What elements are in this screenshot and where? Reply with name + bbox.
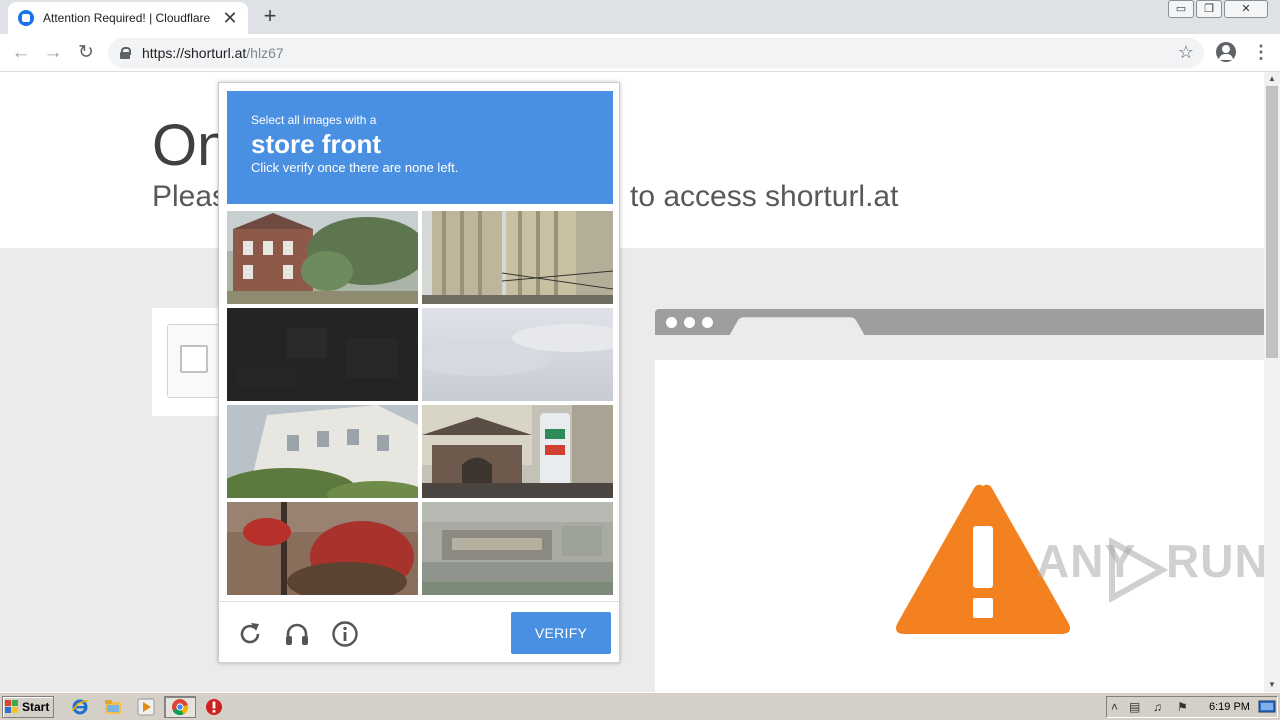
back-arrow-icon[interactable]: ←	[9, 41, 33, 65]
action-center-flag-icon[interactable]: ⚑	[1177, 700, 1188, 714]
tile-highrise-building[interactable]	[422, 211, 613, 304]
tile-dark-scene[interactable]	[227, 308, 418, 401]
captcha-header: Select all images with a store front Cli…	[227, 91, 613, 204]
tray-expand-icon[interactable]: ˄	[1111, 700, 1118, 714]
internet-explorer-icon[interactable]	[71, 698, 89, 716]
tile-red-shrubs[interactable]	[227, 502, 418, 595]
windows-logo-icon	[5, 700, 19, 714]
page-scrollbar[interactable]: ▲ ▼	[1264, 72, 1280, 692]
url-host: https://shorturl.at	[142, 45, 247, 61]
illustration-body	[655, 360, 1264, 692]
browser-tab-strip: Attention Required! | Cloudflare ✕ + ▭ ❐…	[0, 0, 1280, 34]
start-label: Start	[22, 700, 50, 714]
tab-title: Attention Required! | Cloudflare	[43, 11, 211, 25]
info-icon[interactable]	[331, 620, 359, 648]
new-tab-button[interactable]: +	[258, 4, 282, 28]
forward-arrow-icon[interactable]: →	[41, 41, 65, 65]
page-subheading-left: Pleas	[152, 180, 228, 213]
kebab-menu-icon[interactable]: ⋮	[1252, 42, 1270, 62]
alert-app-icon[interactable]	[205, 698, 223, 716]
system-tray: ˄ ▤ ♫ ⚑ 6:19 PM	[1106, 696, 1278, 718]
scrollbar-thumb[interactable]	[1266, 86, 1278, 358]
verify-button[interactable]: VERIFY	[511, 612, 611, 654]
network-icon[interactable]: ▤	[1129, 700, 1140, 714]
captcha-image-grid	[227, 211, 613, 595]
folder-icon[interactable]	[104, 698, 122, 716]
show-desktop-icon[interactable]	[1258, 698, 1276, 716]
headphones-icon[interactable]	[283, 620, 311, 648]
captcha-checkbox[interactable]	[180, 345, 208, 373]
illustration-tab	[729, 317, 865, 336]
reload-icon[interactable]: ↻	[74, 41, 98, 65]
restore-button[interactable]: ❐	[1196, 0, 1222, 18]
tile-overcast-sky[interactable]	[422, 308, 613, 401]
refresh-icon[interactable]	[236, 620, 264, 648]
scroll-up-arrow-icon[interactable]: ▲	[1264, 72, 1280, 86]
media-player-icon[interactable]	[137, 698, 155, 716]
captcha-instruction: Click verify once there are none left.	[251, 160, 459, 175]
tab-close-icon[interactable]: ✕	[222, 9, 238, 27]
os-taskbar: Start ˄ ▤ ♫ ⚑ 6:19 PM	[0, 692, 1280, 720]
tile-shop-with-sign[interactable]	[422, 405, 613, 498]
browser-illustration	[655, 309, 1264, 692]
illustration-dot	[684, 317, 695, 328]
window-close-button[interactable]: ✕	[1224, 0, 1268, 18]
captcha-prompt: Select all images with a	[251, 113, 377, 127]
window-controls: ▭ ❐ ✕	[1168, 0, 1268, 18]
system-clock[interactable]: 6:19 PM	[1209, 701, 1250, 713]
start-button[interactable]: Start	[2, 696, 54, 718]
favicon-icon	[18, 10, 34, 26]
tile-white-building[interactable]	[227, 405, 418, 498]
taskbar-chrome-button[interactable]	[164, 696, 196, 718]
browser-tab[interactable]: Attention Required! | Cloudflare ✕	[8, 2, 248, 34]
scroll-down-arrow-icon[interactable]: ▼	[1264, 678, 1280, 692]
profile-icon[interactable]	[1216, 42, 1236, 62]
illustration-dot	[666, 317, 677, 328]
watermark-play-icon	[1109, 538, 1168, 602]
tile-blurry-storefront[interactable]	[422, 502, 613, 595]
page-subheading-right: to access shorturl.at	[630, 180, 899, 213]
illustration-title-bar	[655, 309, 1264, 336]
page-viewport: On Pleas to access shorturl.at	[0, 72, 1264, 692]
bookmark-star-icon[interactable]: ☆	[1178, 42, 1194, 63]
chrome-icon	[172, 699, 189, 716]
minimize-button[interactable]: ▭	[1168, 0, 1194, 18]
captcha-target: store front	[251, 129, 381, 159]
tile-brick-house[interactable]	[227, 211, 418, 304]
hero-section: On Pleas to access shorturl.at	[0, 72, 1264, 248]
captcha-footer: VERIFY	[219, 601, 619, 663]
volume-icon[interactable]: ♫	[1153, 700, 1162, 714]
address-bar[interactable]: https://shorturl.at/hlz67 ☆	[108, 38, 1204, 68]
url-path: /hlz67	[246, 45, 284, 61]
lock-icon	[120, 47, 131, 59]
browser-toolbar: ← → ↻ https://shorturl.at/hlz67 ☆	[0, 34, 1280, 72]
captcha-challenge-dialog: Select all images with a store front Cli…	[218, 82, 620, 663]
watermark-right: RUN	[1166, 535, 1269, 587]
illustration-dot	[702, 317, 713, 328]
